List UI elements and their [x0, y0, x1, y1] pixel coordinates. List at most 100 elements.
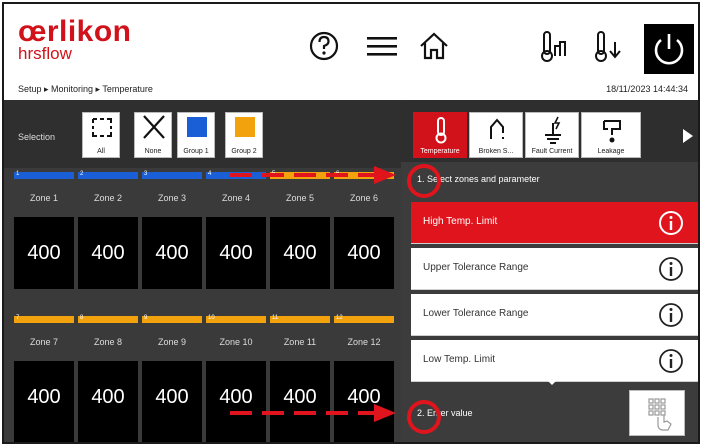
zone-label: Zone 12: [334, 323, 394, 361]
zone-number: 5: [272, 171, 276, 177]
zone-tile[interactable]: 11 Zone 11 400: [270, 315, 330, 442]
zone-value: 400: [206, 361, 266, 433]
zone-label: Zone 8: [78, 323, 138, 361]
zone-tile[interactable]: 3 Zone 3 400: [142, 171, 202, 289]
zone-tile[interactable]: 10 Zone 10 400: [206, 315, 266, 442]
group-1-button[interactable]: Group 1: [177, 112, 215, 158]
zone-tile[interactable]: 7 Zone 7 400: [14, 315, 74, 442]
zone-label: Zone 11: [270, 323, 330, 361]
zone-value: 400: [270, 361, 330, 433]
zone-tile[interactable]: 8 Zone 8 400: [78, 315, 138, 442]
datetime: 18/11/2023 14:44:34: [606, 84, 688, 94]
leakage-icon: [603, 120, 621, 143]
zone-number: 6: [336, 171, 340, 177]
scroll-down-indicator[interactable]: [545, 378, 559, 385]
zone-value: 400: [78, 361, 138, 433]
zone-tile[interactable]: 9 Zone 9 400: [142, 315, 202, 442]
zone-label: Zone 7: [14, 323, 74, 361]
select-all-button[interactable]: All: [82, 112, 120, 158]
zone-number: 2: [80, 171, 84, 177]
param-lower-tolerance-range[interactable]: Lower Tolerance Range: [411, 294, 698, 336]
power-icon: [654, 34, 684, 65]
logo: œrlikon hrsflow: [18, 15, 132, 63]
info-icon[interactable]: [658, 256, 684, 282]
app-window: œrlikon hrsflow Setup ▸ Monitoring ▸ Tem…: [2, 2, 700, 444]
step-1-label: 1. Select zones and parameter: [417, 174, 540, 184]
logo-sub: hrsflow: [18, 44, 72, 63]
zone-label: Zone 6: [334, 179, 394, 217]
zone-tile[interactable]: 5 Zone 5 400: [270, 171, 330, 289]
zone-group-bar: [14, 172, 74, 179]
zone-number: 12: [336, 315, 343, 321]
header: œrlikon hrsflow Setup ▸ Monitoring ▸ Tem…: [4, 4, 698, 100]
parameter-tabs: Temperature Broken S... Fault Current Le…: [401, 100, 698, 162]
selection-bar: Selection All None Group 1 Group 2: [4, 100, 401, 168]
zone-number: 9: [144, 315, 148, 321]
chevron-right-icon[interactable]: [681, 128, 695, 144]
zone-tile[interactable]: 1 Zone 1 400: [14, 171, 74, 289]
param-low-temp-limit[interactable]: Low Temp. Limit: [411, 340, 698, 382]
zone-tile[interactable]: 2 Zone 2 400: [78, 171, 138, 289]
zone-number: 3: [144, 171, 148, 177]
menu-icon[interactable]: [362, 26, 402, 66]
group-2-label: Group 2: [231, 148, 257, 155]
zone-group-bar: [206, 172, 266, 179]
select-none-label: None: [144, 148, 162, 155]
keypad-touch-icon: [648, 398, 672, 431]
tab-fault-current[interactable]: Fault Current: [525, 112, 579, 158]
zone-group-bar: [270, 172, 330, 179]
zone-panel: Selection All None Group 1 Group 2 1 Zon…: [4, 100, 401, 442]
logo-main: œrlikon: [18, 15, 132, 48]
help-icon[interactable]: [304, 26, 344, 66]
info-icon[interactable]: [658, 348, 684, 374]
info-icon[interactable]: [658, 210, 684, 236]
step-2-label: 2. Enter value: [417, 408, 473, 418]
param-label: High Temp. Limit: [423, 216, 498, 227]
tab-leakage[interactable]: Leakage: [581, 112, 641, 158]
keypad-button[interactable]: [629, 390, 685, 436]
param-label: Upper Tolerance Range: [423, 262, 529, 273]
broken-sensor-icon: [490, 118, 504, 139]
zone-value: 400: [142, 361, 202, 433]
thermometer-icon: [435, 117, 447, 144]
param-high-temp-limit[interactable]: High Temp. Limit: [411, 202, 698, 244]
temperature-range-icon[interactable]: [534, 26, 574, 66]
tab-temperature[interactable]: Temperature: [413, 112, 467, 158]
zone-label: Zone 10: [206, 323, 266, 361]
zone-value: 400: [206, 217, 266, 289]
zone-value: 400: [334, 361, 394, 433]
zone-value: 400: [142, 217, 202, 289]
zone-number: 11: [272, 315, 279, 321]
group-1-label: Group 1: [183, 148, 209, 155]
zone-group-bar: [78, 316, 138, 323]
zone-tile[interactable]: 4 Zone 4 400: [206, 171, 266, 289]
zone-number: 7: [16, 315, 20, 321]
zone-label: Zone 9: [142, 323, 202, 361]
tab-broken-sensor[interactable]: Broken S...: [469, 112, 523, 158]
zone-label: Zone 1: [14, 179, 74, 217]
temperature-down-icon[interactable]: [588, 26, 628, 66]
info-icon[interactable]: [658, 302, 684, 328]
zone-value: 400: [270, 217, 330, 289]
group-2-button[interactable]: Group 2: [225, 112, 263, 158]
power-button[interactable]: [644, 24, 694, 74]
zone-label: Zone 3: [142, 179, 202, 217]
fault-current-icon: [545, 116, 561, 144]
group-1-swatch: [187, 117, 207, 137]
select-none-button[interactable]: None: [134, 112, 172, 158]
zone-number: 10: [208, 315, 215, 321]
group-2-swatch: [235, 117, 255, 137]
zone-tile[interactable]: 12 Zone 12 400: [334, 315, 394, 442]
zone-group-bar: [78, 172, 138, 179]
param-upper-tolerance-range[interactable]: Upper Tolerance Range: [411, 248, 698, 290]
param-label: Low Temp. Limit: [423, 354, 496, 365]
breadcrumb: Setup ▸ Monitoring ▸ Temperature: [18, 84, 153, 94]
home-icon[interactable]: [414, 26, 454, 66]
zone-tile[interactable]: 6 Zone 6 400: [334, 171, 394, 289]
tab-fault-current-label: Fault Current: [531, 148, 573, 155]
zone-value: 400: [14, 361, 74, 433]
zone-number: 1: [16, 171, 20, 177]
zone-number: 8: [80, 315, 84, 321]
zone-group-bar: [206, 316, 266, 323]
zone-value: 400: [14, 217, 74, 289]
